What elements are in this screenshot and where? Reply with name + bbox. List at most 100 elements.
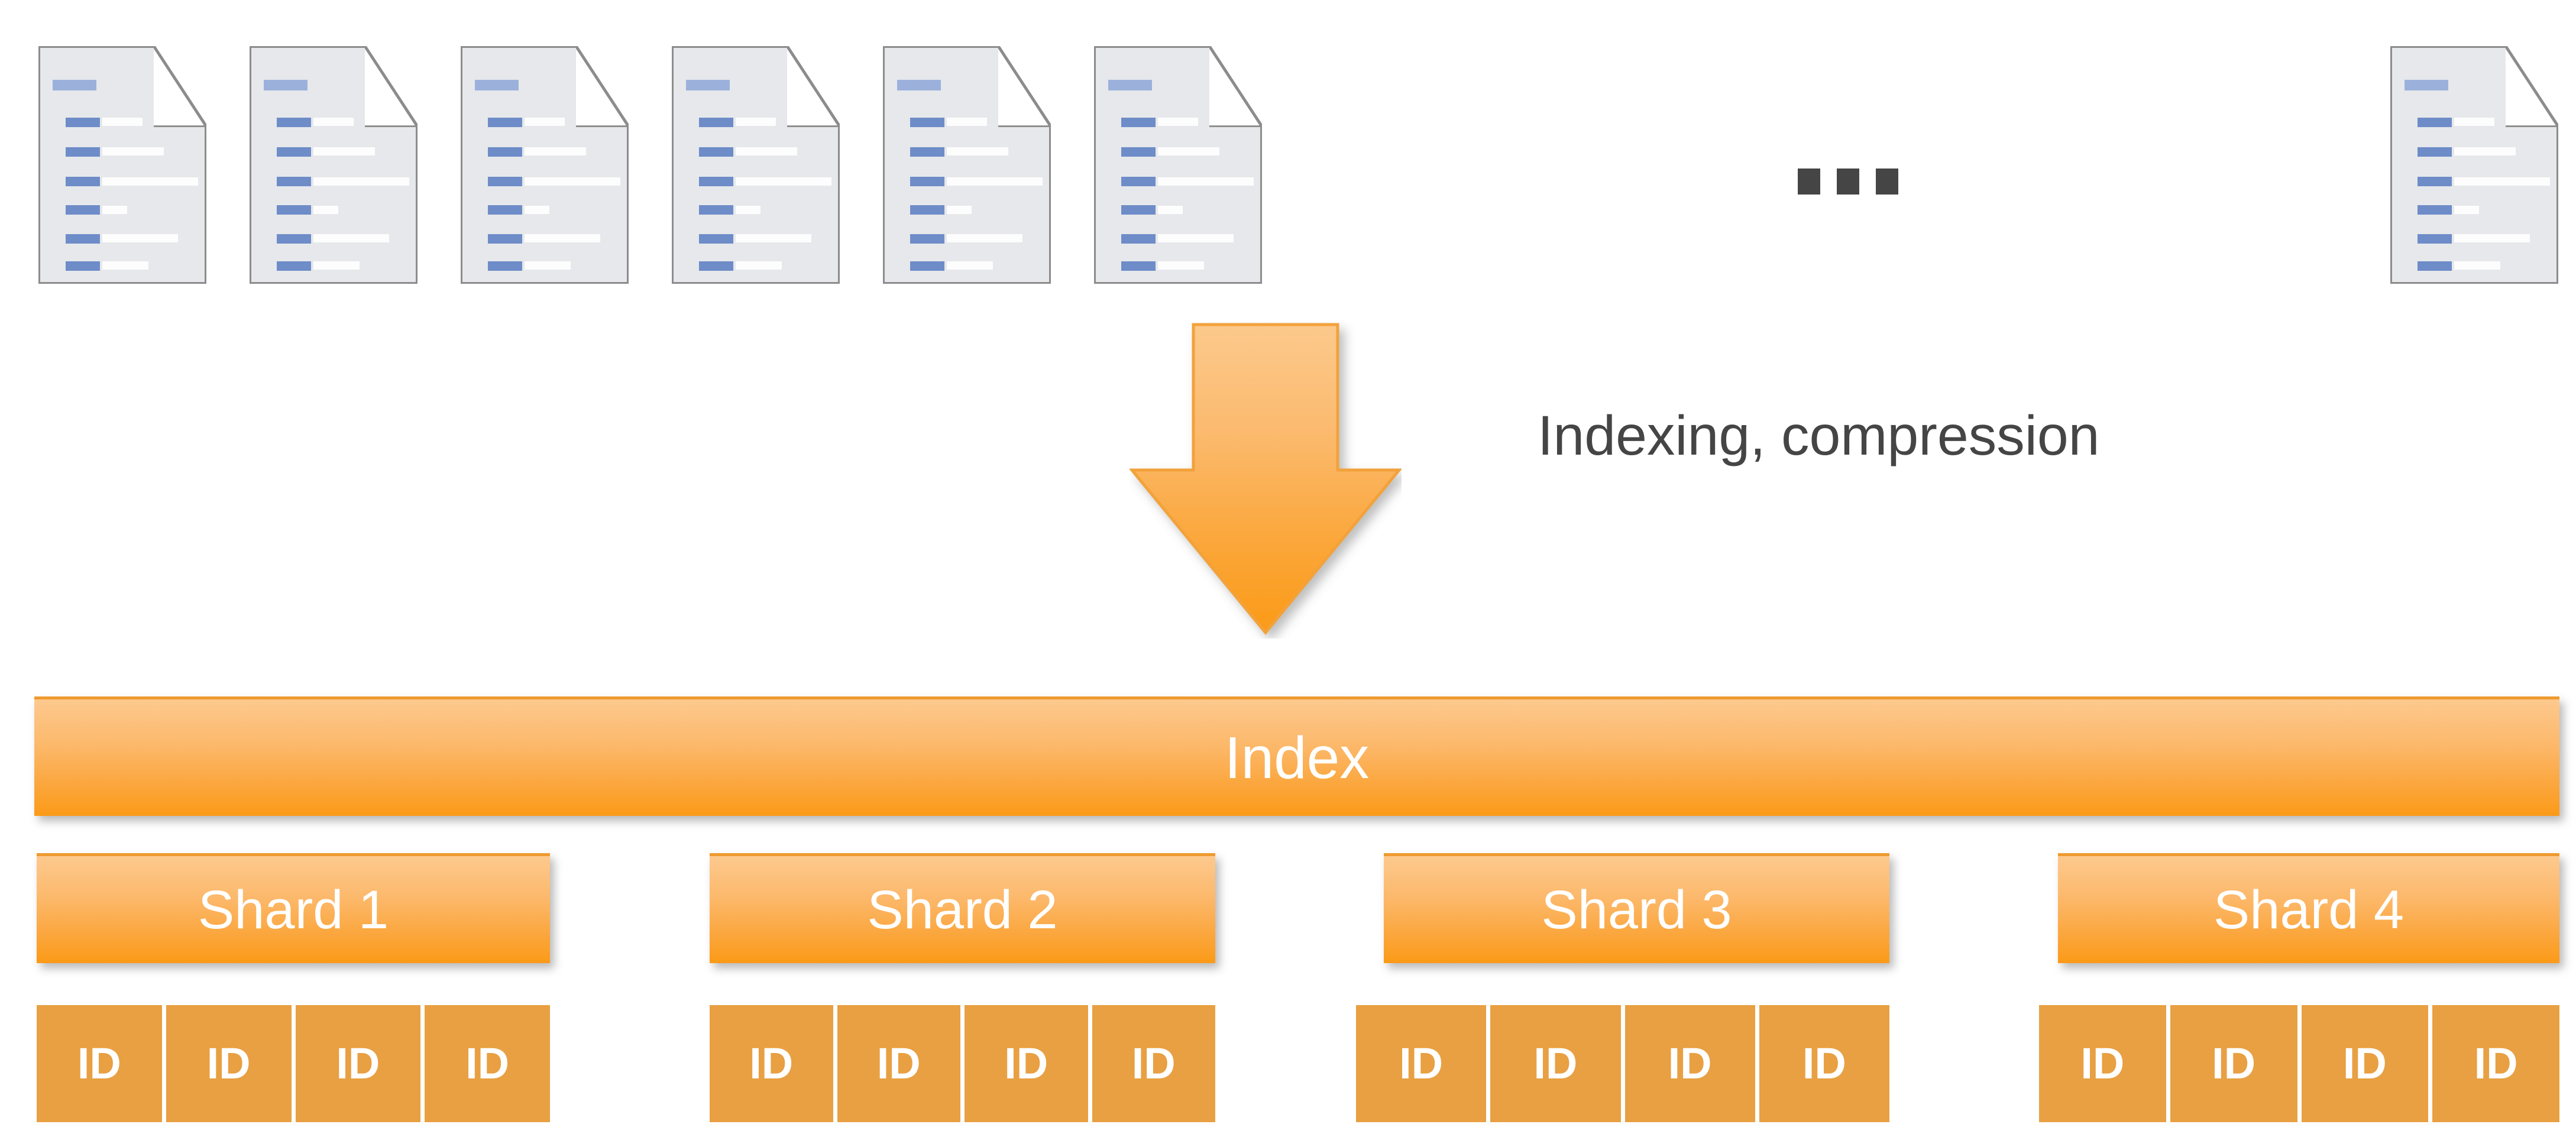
document-line-tag <box>910 177 944 187</box>
document-line-fill <box>313 147 375 156</box>
document-line-fill <box>102 147 164 156</box>
document-title-bar <box>475 80 519 90</box>
id-cell[interactable]: ID <box>295 1005 421 1122</box>
document-line-tag <box>910 117 944 127</box>
document-line-tag <box>277 261 311 271</box>
document-line-fill <box>525 205 549 214</box>
id-row-shard-4: ID ID ID ID <box>2039 1005 2559 1122</box>
id-cell[interactable]: ID <box>965 1005 1088 1122</box>
document-line-fill <box>1158 118 1198 127</box>
id-cell[interactable]: ID <box>2432 1005 2559 1122</box>
document-line-tag <box>910 234 944 244</box>
document-line-tag <box>2418 261 2452 271</box>
id-cell[interactable]: ID <box>1759 1005 1889 1122</box>
id-cell[interactable]: ID <box>37 1005 162 1122</box>
id-cell[interactable]: ID <box>425 1005 550 1122</box>
document-line-fill <box>947 205 972 214</box>
id-cell[interactable]: ID <box>1624 1005 1755 1122</box>
document-title-bar <box>686 80 730 90</box>
document-line-fill <box>2454 205 2479 214</box>
id-cell[interactable]: ID <box>710 1005 833 1122</box>
document-line-tag <box>488 205 522 215</box>
document-line-fill <box>525 147 586 156</box>
document-line-fill <box>313 261 360 270</box>
id-row-shard-1: ID ID ID ID <box>37 1005 550 1122</box>
document-line-tag <box>1121 177 1156 187</box>
document-line-fill <box>947 177 1043 186</box>
document-line-tag <box>1121 234 1156 244</box>
document-line-fill <box>525 118 565 127</box>
document-line-fill <box>2454 234 2530 243</box>
ellipsis-dot <box>1837 169 1859 195</box>
document-line-tag <box>277 205 311 215</box>
document-line-fill <box>102 118 143 127</box>
document-content-lines <box>1094 46 1262 284</box>
document-line-fill <box>102 234 178 243</box>
shard-box-1[interactable]: Shard 1 <box>37 853 550 963</box>
id-cell[interactable]: ID <box>2039 1005 2166 1122</box>
document-line-tag <box>66 261 100 271</box>
document-line-tag <box>66 147 100 157</box>
document-line-fill <box>102 205 127 214</box>
down-arrow-shape <box>1130 323 1402 635</box>
document-line-fill <box>736 234 811 243</box>
id-cell[interactable]: ID <box>166 1005 292 1122</box>
document-content-lines <box>2390 46 2558 284</box>
document-icon <box>1094 46 1262 284</box>
document-title-bar <box>1108 80 1152 90</box>
document-line-fill <box>525 234 600 243</box>
document-line-fill <box>313 118 354 127</box>
document-line-fill <box>947 261 993 270</box>
document-line-tag <box>2418 234 2452 244</box>
document-line-tag <box>488 177 522 187</box>
document-line-fill <box>736 261 782 270</box>
shard-box-2[interactable]: Shard 2 <box>710 853 1215 963</box>
document-content-lines <box>250 46 418 284</box>
shard-box-3[interactable]: Shard 3 <box>1384 853 1889 963</box>
document-line-tag <box>2418 177 2452 187</box>
shard-box-4[interactable]: Shard 4 <box>2058 853 2559 963</box>
document-line-tag <box>910 147 944 157</box>
id-cell[interactable]: ID <box>1356 1005 1487 1122</box>
document-line-fill <box>313 177 409 186</box>
document-line-fill <box>525 261 571 270</box>
document-line-fill <box>947 118 987 127</box>
index-bar-label: Index <box>1224 724 1370 791</box>
document-line-fill <box>1158 147 1219 156</box>
document-icon <box>2390 46 2558 284</box>
index-bar[interactable]: Index <box>34 696 2559 816</box>
document-title-bar <box>2405 80 2448 90</box>
document-line-tag <box>66 234 100 244</box>
document-title-bar <box>897 80 941 90</box>
document-line-tag <box>277 177 311 187</box>
document-line-tag <box>1121 147 1156 157</box>
document-line-fill <box>1158 261 1204 270</box>
id-cell[interactable]: ID <box>2170 1005 2297 1122</box>
id-cell[interactable]: ID <box>1092 1005 1215 1122</box>
document-line-tag <box>2418 117 2452 127</box>
id-cell[interactable]: ID <box>2301 1005 2429 1122</box>
document-line-fill <box>1158 205 1183 214</box>
document-line-tag <box>699 147 733 157</box>
id-cell[interactable]: ID <box>837 1005 960 1122</box>
document-line-tag <box>699 177 733 187</box>
document-line-fill <box>736 118 776 127</box>
document-line-fill <box>2454 118 2494 127</box>
document-line-fill <box>313 234 389 243</box>
document-line-fill <box>736 205 760 214</box>
document-line-tag <box>1121 205 1156 215</box>
document-line-tag <box>910 205 944 215</box>
document-line-fill <box>102 261 148 270</box>
document-line-fill <box>2454 147 2516 156</box>
shard-label: Shard 4 <box>2213 879 2405 940</box>
document-line-tag <box>699 117 733 127</box>
document-content-lines <box>883 46 1051 284</box>
shard-label: Shard 2 <box>867 879 1058 940</box>
document-line-tag <box>488 261 522 271</box>
document-line-fill <box>2454 261 2500 270</box>
document-title-bar <box>53 80 96 90</box>
shard-label: Shard 1 <box>198 879 389 940</box>
flow-label: Indexing, compression <box>1538 404 2100 467</box>
document-line-tag <box>66 117 100 127</box>
id-cell[interactable]: ID <box>1490 1005 1621 1122</box>
